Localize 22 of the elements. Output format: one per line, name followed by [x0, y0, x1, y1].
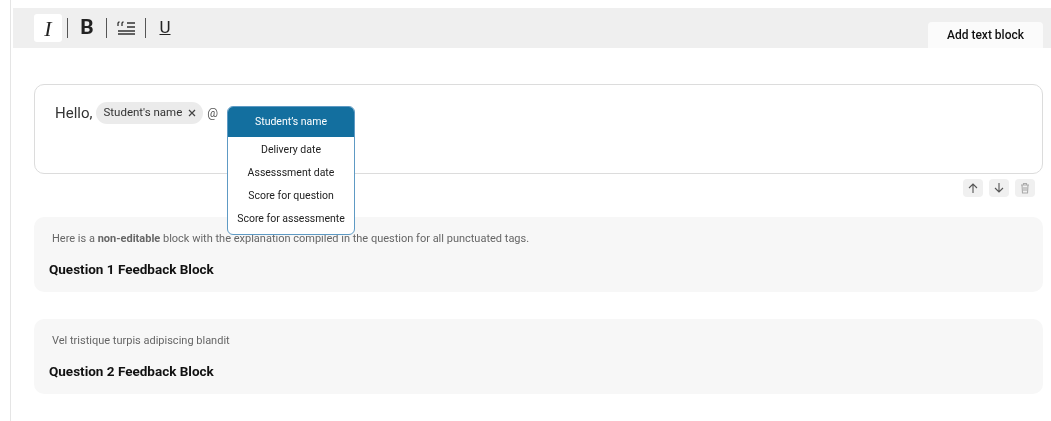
dropdown-option[interactable]: Score for assessmente — [228, 207, 354, 230]
block-description: Vel tristique turpis adipiscing blandit — [51, 333, 231, 349]
bold-button[interactable]: B — [73, 14, 101, 42]
block-description: Here is a non-editable block with the explanation compiled in the question for all punctuated tags. — [51, 231, 531, 247]
quote-icon — [116, 20, 136, 36]
dropdown-option[interactable]: Score for question — [228, 184, 354, 207]
trash-icon — [1019, 182, 1031, 194]
dropdown-option[interactable]: Student’s name — [228, 107, 354, 137]
italic-button[interactable]: I — [34, 14, 62, 42]
greeting-text: Hello, — [55, 103, 93, 124]
arrow-down-icon — [993, 182, 1005, 194]
close-icon[interactable] — [188, 109, 197, 117]
add-text-block-button[interactable]: Add text block — [928, 22, 1043, 48]
underline-button[interactable]: U — [151, 14, 179, 42]
mention-trigger: @ — [207, 105, 218, 122]
dropdown-option[interactable]: Delivery date — [228, 138, 354, 161]
block-title: Question 1 Feedback Block — [49, 260, 215, 279]
move-up-button[interactable] — [963, 179, 983, 197]
arrow-up-icon — [967, 182, 979, 194]
move-down-button[interactable] — [989, 179, 1009, 197]
tag-chip[interactable]: Student's name — [96, 102, 204, 124]
block-title: Question 2 Feedback Block — [49, 362, 215, 381]
